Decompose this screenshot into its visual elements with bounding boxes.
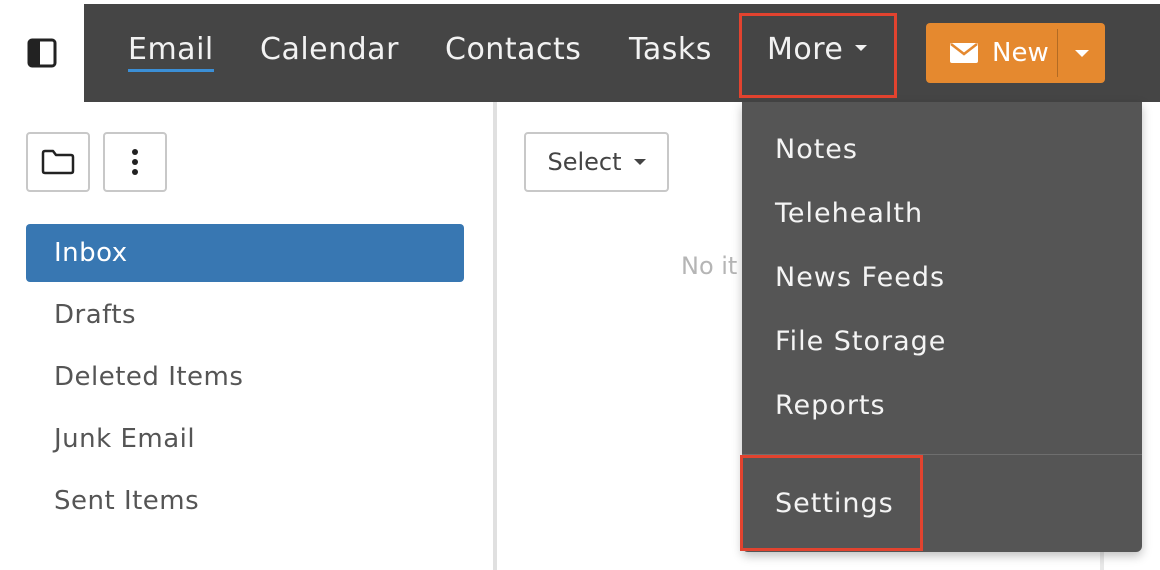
envelope-icon: [950, 43, 978, 63]
tab-tasks[interactable]: Tasks: [629, 30, 712, 70]
menu-item-telehealth[interactable]: Telehealth: [775, 196, 923, 232]
tab-email[interactable]: Email: [128, 30, 214, 72]
empty-list-message: No it: [681, 252, 738, 280]
sidebar-toggle-icon: [27, 38, 57, 68]
folder-inbox[interactable]: Inbox: [26, 224, 464, 282]
menu-item-file-storage[interactable]: File Storage: [775, 324, 946, 360]
menu-item-notes[interactable]: Notes: [775, 132, 858, 168]
folder-drafts[interactable]: Drafts: [26, 286, 464, 344]
select-dropdown-label: Select: [547, 148, 622, 176]
folder-junk-email[interactable]: Junk Email: [26, 410, 464, 468]
new-button-main[interactable]: New: [926, 23, 1057, 83]
menu-item-reports[interactable]: Reports: [775, 388, 886, 424]
chevron-down-icon: [1074, 49, 1089, 57]
chevron-down-icon: [633, 159, 646, 165]
menu-separator: [742, 454, 1142, 455]
more-dropdown-menu: Notes Telehealth News Feeds File Storage…: [742, 102, 1142, 552]
tab-calendar[interactable]: Calendar: [260, 30, 399, 70]
new-button[interactable]: New: [926, 23, 1105, 83]
pane-divider[interactable]: [493, 102, 497, 570]
chevron-down-icon: [855, 44, 868, 51]
tab-contacts[interactable]: Contacts: [445, 30, 581, 70]
new-button-label: New: [992, 38, 1049, 68]
more-options-button[interactable]: [103, 132, 167, 192]
select-dropdown[interactable]: Select: [524, 132, 669, 192]
vertical-dots-icon: [132, 149, 138, 175]
folder-deleted-items[interactable]: Deleted Items: [26, 348, 464, 406]
folder-sent-items[interactable]: Sent Items: [26, 472, 464, 530]
folder-button[interactable]: [26, 132, 90, 192]
tab-more-label: More: [767, 32, 844, 67]
tab-more[interactable]: More: [767, 30, 868, 70]
sidebar-toggle-button[interactable]: [0, 4, 84, 102]
folder-icon: [41, 149, 75, 175]
new-dropdown-toggle[interactable]: [1058, 23, 1105, 83]
menu-item-news-feeds[interactable]: News Feeds: [775, 260, 945, 296]
menu-item-settings[interactable]: Settings: [775, 486, 894, 522]
